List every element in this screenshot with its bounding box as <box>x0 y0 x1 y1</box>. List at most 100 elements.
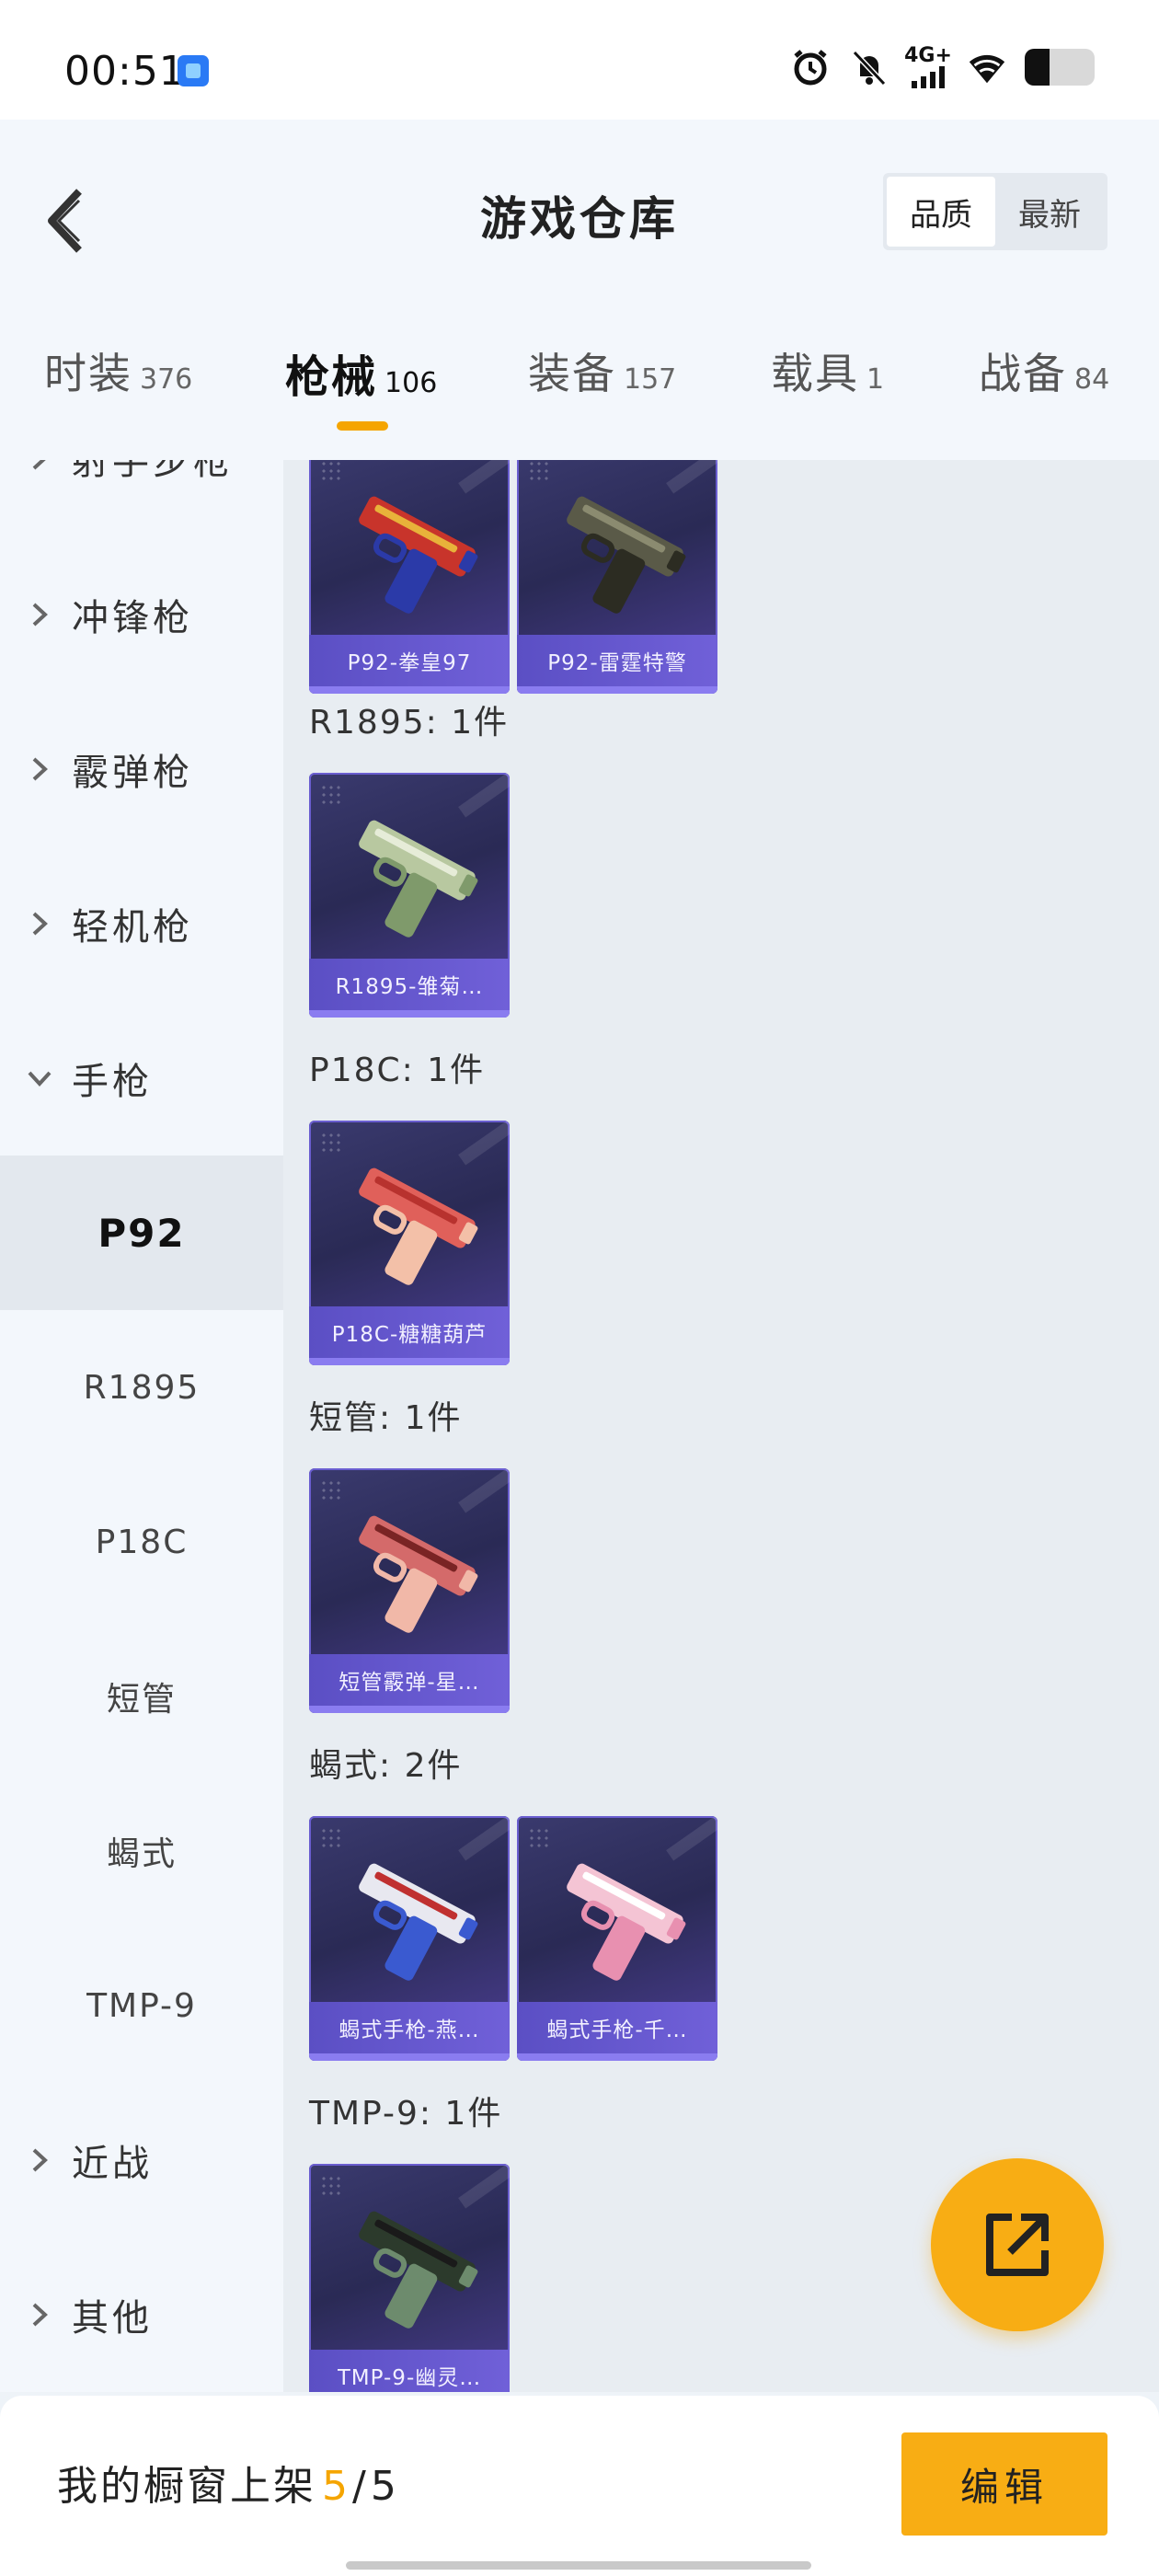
weapon-name: 短管霰弹-星… <box>339 1671 480 1695</box>
rarity-bar <box>517 2053 717 2061</box>
sidebar-item-marksman-rifle[interactable]: 射手步枪 <box>0 460 283 535</box>
sidebar-item-label: 冲锋枪 <box>72 597 193 639</box>
sidebar-item-smg[interactable]: 冲锋枪 <box>0 537 283 692</box>
weapon-card[interactable]: 蝎式手枪-燕… <box>309 1816 510 2061</box>
sidebar-item-lmg[interactable]: 轻机枪 <box>0 846 283 1001</box>
sidebar-item-pistol[interactable]: 手枪 <box>0 1001 283 1156</box>
chevron-right-icon <box>26 601 53 628</box>
item-grid: P92-拳皇97 P92-雷霆特警 R1895: 1件 R1895-雏菊… P18C: … <box>283 460 1159 2392</box>
rarity-bar <box>309 1706 510 1713</box>
bottom-bar: 我的橱窗上架 5 / 5 编辑 <box>0 2396 1159 2576</box>
sidebar-subitem-scorpion[interactable]: 蝎式 <box>0 1774 283 1928</box>
weapon-card[interactable]: R1895-雏菊… <box>309 773 510 1018</box>
sidebar-item-shotgun[interactable]: 霰弹枪 <box>0 692 283 846</box>
weapon-name: R1895-雏菊… <box>335 975 484 999</box>
tab-count: 106 <box>384 367 438 399</box>
chevron-right-icon <box>26 460 53 472</box>
weapon-skin-image <box>359 496 478 614</box>
item-group-title: TMP-9: 1件 <box>309 2095 503 2133</box>
tab-label: 载具 <box>771 349 859 398</box>
sidebar-subitem-tmp9[interactable]: TMP-9 <box>0 1928 283 2083</box>
weapon-card[interactable]: 短管霰弹-星… <box>309 1468 510 1713</box>
chevron-right-icon <box>26 910 53 937</box>
active-tab-indicator <box>337 421 388 431</box>
weapon-name: TMP-9-幽灵… <box>337 2366 482 2390</box>
tab-vehicles[interactable]: 载具 1 <box>771 340 884 401</box>
chevron-right-icon <box>26 755 53 783</box>
status-icons: 4G+ <box>789 46 1095 88</box>
cellular-signal-icon: 4G+ <box>904 44 952 88</box>
sidebar-item-label: 其他 <box>72 2297 153 2340</box>
weapon-card[interactable]: P92-拳皇97 <box>309 460 510 694</box>
weapon-name-band: TMP-9-幽灵… <box>309 2350 510 2392</box>
item-group-title: P18C: 1件 <box>309 1052 486 1089</box>
item-group-title: R1895: 1件 <box>309 704 510 742</box>
weapon-skin-image <box>359 1515 478 1633</box>
weapon-name-band: 蝎式手枪-燕… <box>309 2002 510 2053</box>
weapon-skin-image <box>567 1863 686 1981</box>
sidebar-subitem-p92[interactable]: P92 <box>0 1156 283 1310</box>
header: 游戏仓库 品质 最新 <box>0 120 1159 285</box>
weapon-card[interactable]: TMP-9-幽灵… <box>309 2164 510 2392</box>
weapon-skin-image <box>567 496 686 614</box>
sidebar-item-label: 手枪 <box>72 1061 153 1103</box>
wifi-icon <box>966 46 1008 88</box>
weapon-name: P18C-糖糖葫芦 <box>331 1323 488 1347</box>
tab-fashion[interactable]: 时装 376 <box>44 340 192 401</box>
tab-label: 战备 <box>979 349 1067 398</box>
weapon-card[interactable]: P18C-糖糖葫芦 <box>309 1121 510 1365</box>
weapon-card[interactable]: P92-雷霆特警 <box>517 460 717 694</box>
weapon-name-band: R1895-雏菊… <box>309 959 510 1010</box>
weapon-card[interactable]: 蝎式手枪-千… <box>517 1816 717 2061</box>
tab-guns[interactable]: 枪械 106 <box>285 340 437 405</box>
rarity-bar <box>309 2053 510 2061</box>
weapon-name-band: 短管霰弹-星… <box>309 1654 510 1706</box>
item-group-title: 短管: 1件 <box>309 1399 463 1437</box>
sidebar-item-label: 霰弹枪 <box>72 752 193 794</box>
tab-battle-gear[interactable]: 战备 84 <box>979 340 1109 401</box>
tab-label: 装备 <box>528 349 616 398</box>
chevron-down-icon <box>26 1064 53 1092</box>
network-type-label: 4G+ <box>904 44 952 67</box>
weapon-skin-image <box>359 2211 478 2329</box>
sidebar-item-other[interactable]: 其他 <box>0 2237 283 2392</box>
weapon-skin-image <box>359 1167 478 1285</box>
sidebar-subitem-short-barrel[interactable]: 短管 <box>0 1619 283 1774</box>
sidebar-item-melee[interactable]: 近战 <box>0 2083 283 2237</box>
battery-level <box>1025 49 1050 86</box>
tab-count: 157 <box>624 363 677 396</box>
sidebar-subitem-r1895[interactable]: R1895 <box>0 1310 283 1465</box>
shelf-separator: / <box>352 2463 369 2510</box>
sort-option-quality[interactable]: 品质 <box>887 177 995 247</box>
shelf-label: 我的橱窗上架 <box>57 2463 316 2510</box>
home-indicator[interactable] <box>346 2561 811 2570</box>
showcase-shelf-status: 我的橱窗上架 5 / 5 <box>57 2453 399 2512</box>
edit-button[interactable]: 编辑 <box>901 2432 1107 2536</box>
weapon-name: P92-雷霆特警 <box>547 651 687 675</box>
tab-count: 84 <box>1074 363 1110 396</box>
item-group-title: 蝎式: 2件 <box>309 1747 463 1785</box>
sort-option-newest[interactable]: 最新 <box>995 177 1104 247</box>
shelf-current-count: 5 <box>322 2463 350 2510</box>
sidebar-item-label: 轻机枪 <box>72 906 193 949</box>
chevron-right-icon <box>26 2301 53 2329</box>
tab-count: 376 <box>140 363 193 396</box>
app-notification-icon <box>178 55 209 86</box>
weapon-name: P92-拳皇97 <box>347 651 472 675</box>
share-external-icon <box>986 2214 1049 2276</box>
chevron-right-icon <box>26 2146 53 2174</box>
tab-label: 时装 <box>44 349 132 398</box>
rarity-bar <box>309 686 510 694</box>
mute-bell-icon <box>848 46 890 88</box>
tab-label: 枪械 <box>285 351 378 403</box>
share-button[interactable] <box>931 2158 1104 2331</box>
alarm-icon <box>789 46 832 88</box>
battery-icon <box>1025 49 1095 86</box>
sidebar-subitem-p18c[interactable]: P18C <box>0 1465 283 1619</box>
weapon-name-band: P92-拳皇97 <box>309 635 510 686</box>
weapon-name: 蝎式手枪-千… <box>546 2018 688 2042</box>
weapon-name-band: P92-雷霆特警 <box>517 635 717 686</box>
weapon-name-band: 蝎式手枪-千… <box>517 2002 717 2053</box>
weapon-name-band: P18C-糖糖葫芦 <box>309 1306 510 1358</box>
tab-equipment[interactable]: 装备 157 <box>528 340 676 401</box>
